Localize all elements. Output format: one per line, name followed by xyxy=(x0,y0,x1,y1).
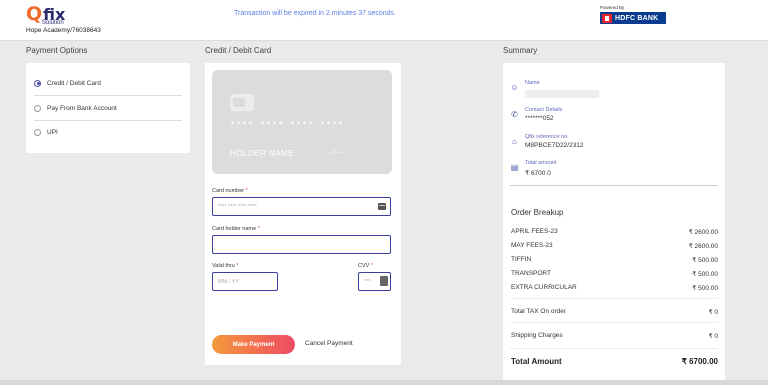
order-breakup-title: Order Breakup xyxy=(511,208,564,217)
card-form-panel: **** **** **** **** HOLDER NAME --/-- Ca… xyxy=(205,63,401,365)
cvv-placeholder: *** xyxy=(364,278,371,285)
cancel-payment-button[interactable]: Cancel Payment xyxy=(305,340,353,347)
radio-unselected[interactable] xyxy=(34,104,41,112)
option-divider xyxy=(34,95,182,96)
order-item-label: TIFFIN xyxy=(511,256,532,263)
holder-name-input[interactable] xyxy=(212,235,391,254)
radio-selected[interactable] xyxy=(34,79,41,87)
summary-title: Summary xyxy=(503,46,538,55)
summary-rule xyxy=(510,322,718,323)
shipping-label: Shipping Charges xyxy=(511,332,563,339)
option-bank-account[interactable]: Pay From Bank Account xyxy=(34,101,117,115)
summary-panel: ☺ Name ✆ Contact Details *******052 ⌂ Qf… xyxy=(503,63,725,381)
option-divider xyxy=(34,120,182,121)
user-circle-icon: ☺ xyxy=(510,83,519,92)
shipping-value: ₹ 0 xyxy=(708,333,718,340)
hdfc-bank-logo: HDFC BANK xyxy=(600,12,666,24)
order-item-label: EXTRA CURRICULAR xyxy=(511,284,577,291)
card-number-label: Card number * xyxy=(212,188,248,194)
order-item-row: TRANSPORT ₹ 500.00 xyxy=(511,270,718,278)
header-divider xyxy=(0,40,768,41)
cvv-card-icon xyxy=(380,276,388,286)
order-item-amount: ₹ 500.00 xyxy=(692,285,718,292)
option-upi[interactable]: UPI xyxy=(34,125,58,139)
expiry-message: Transaction will be expired in 2 minutes… xyxy=(234,10,396,17)
summary-divider xyxy=(510,185,718,186)
summary-rule xyxy=(510,298,718,299)
tax-label: Total TAX On order xyxy=(511,308,567,315)
contact-label: Contact Details xyxy=(525,107,563,113)
tax-value: ₹ 0 xyxy=(708,309,718,316)
card-number-label-text: Card number xyxy=(212,188,245,194)
option-label: UPI xyxy=(47,128,58,136)
order-item-amount: ₹ 500.00 xyxy=(692,257,718,264)
valid-thru-label-text: Valid thru xyxy=(212,263,235,269)
cvv-label: CVV * xyxy=(358,263,373,269)
order-item-label: APRIL FEES-23 xyxy=(511,228,558,235)
reference-value: M8PBCE7D22/2312 xyxy=(525,142,584,149)
total-amount-value: ₹ 6700.0 xyxy=(525,170,551,177)
valid-thru-input[interactable]: MM / YY xyxy=(212,272,278,291)
order-item-row: EXTRA CURRICULAR ₹ 500.00 xyxy=(511,284,718,292)
phone-icon: ✆ xyxy=(511,110,518,119)
required-mark: * xyxy=(257,226,260,232)
bank-name: HDFC BANK xyxy=(615,14,659,22)
order-item-label: MAY FEES-23 xyxy=(511,242,553,249)
order-item-row: MAY FEES-23 ₹ 2600.00 xyxy=(511,242,718,250)
cvv-label-text: CVV xyxy=(358,263,370,269)
merchant-name: Hope Academy/76038643 xyxy=(26,27,101,34)
holder-name-label: Card holder name * xyxy=(212,226,260,232)
option-label: Credit / Debit Card xyxy=(47,79,101,87)
card-preview: **** **** **** **** HOLDER NAME --/-- xyxy=(212,70,392,174)
receipt-icon: ▤ xyxy=(510,163,519,172)
required-mark: * xyxy=(236,263,239,269)
bank-icon: ⌂ xyxy=(512,137,517,146)
card-chip-icon xyxy=(230,94,254,111)
total-amount-label: Total amount xyxy=(525,160,557,166)
valid-thru-placeholder: MM / YY xyxy=(218,278,239,285)
payment-options-title: Payment Options xyxy=(26,46,88,55)
card-number-input[interactable]: **** **** **** **** xyxy=(212,197,391,216)
bottom-bar xyxy=(0,380,768,385)
grand-total-label: Total Amount xyxy=(511,357,562,366)
name-label: Name xyxy=(525,80,540,86)
hdfc-mark-icon xyxy=(602,13,612,23)
contact-value: *******052 xyxy=(525,115,554,122)
payment-options-panel: Credit / Debit Card Pay From Bank Accoun… xyxy=(26,63,190,153)
logo-subtitle: Solution xyxy=(42,20,64,26)
card-number-placeholder: **** **** **** **** xyxy=(218,203,257,210)
grand-total-row: Total Amount ₹ 6700.00 xyxy=(511,357,718,366)
card-icon xyxy=(378,203,386,210)
valid-thru-label: Valid thru * xyxy=(212,263,239,269)
logo-q: Q xyxy=(26,3,43,25)
order-item-amount: ₹ 500.00 xyxy=(692,271,718,278)
holder-name-label-text: Card holder name xyxy=(212,226,257,232)
card-preview-expiry: --/-- xyxy=(328,150,342,157)
order-item-label: TRANSPORT xyxy=(511,270,551,277)
header: Q fix Solution Hope Academy/76038643 Tra… xyxy=(0,0,768,40)
grand-total-value: ₹ 6700.00 xyxy=(681,357,718,366)
reference-label: Qfix reference no. xyxy=(525,134,569,140)
card-preview-number: **** **** **** **** xyxy=(230,120,345,129)
card-section-title: Credit / Debit Card xyxy=(205,46,272,55)
cvv-input[interactable]: *** xyxy=(358,272,391,291)
order-item-amount: ₹ 2600.00 xyxy=(688,229,718,236)
required-mark: * xyxy=(245,188,248,194)
option-credit-debit-card[interactable]: Credit / Debit Card xyxy=(34,76,101,90)
powered-by-label: Powered By xyxy=(600,5,625,10)
order-item-amount: ₹ 2600.00 xyxy=(688,243,718,250)
required-mark: * xyxy=(370,263,373,269)
order-item-row: TIFFIN ₹ 500.00 xyxy=(511,256,718,264)
order-item-row: APRIL FEES-23 ₹ 2600.00 xyxy=(511,228,718,236)
summary-rule xyxy=(510,348,718,349)
tax-row: Total TAX On order ₹ 0 xyxy=(511,308,718,316)
radio-unselected[interactable] xyxy=(34,128,41,136)
option-label: Pay From Bank Account xyxy=(47,104,117,112)
name-value-redacted xyxy=(525,90,599,98)
card-preview-holder: HOLDER NAME xyxy=(230,149,295,158)
shipping-row: Shipping Charges ₹ 0 xyxy=(511,332,718,340)
make-payment-button[interactable]: Make Payment xyxy=(212,335,295,354)
